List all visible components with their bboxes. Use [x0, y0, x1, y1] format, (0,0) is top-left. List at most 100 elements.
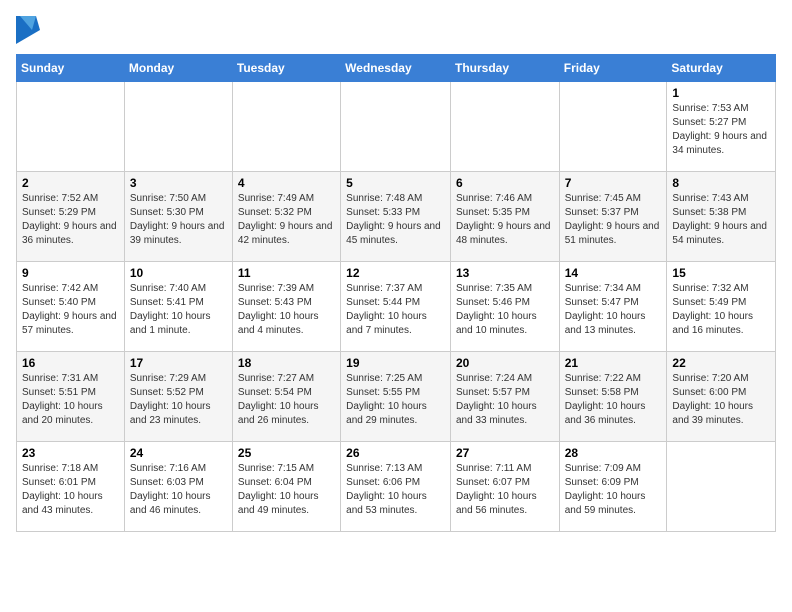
day-number: 10 [130, 266, 227, 280]
calendar-cell: 2 Sunrise: 7:52 AM Sunset: 5:29 PM Daylig… [17, 172, 125, 262]
day-info: Sunrise: 7:25 AM Sunset: 5:55 PM Dayligh… [346, 372, 445, 428]
day-info: Sunrise: 7:53 AM Sunset: 5:27 PM Dayligh… [672, 102, 770, 158]
calendar-cell: 25 Sunrise: 7:15 AM Sunset: 6:04 PM Dayli… [232, 442, 340, 532]
day-number: 12 [346, 266, 445, 280]
calendar-cell: 15 Sunrise: 7:32 AM Sunset: 5:49 PM Dayli… [667, 262, 776, 352]
day-info: Sunrise: 7:39 AM Sunset: 5:43 PM Dayligh… [238, 282, 335, 338]
day-number: 26 [346, 446, 445, 460]
calendar-cell [232, 82, 340, 172]
calendar-header-sunday: Sunday [17, 55, 125, 82]
day-number: 4 [238, 176, 335, 190]
day-number: 17 [130, 356, 227, 370]
day-info: Sunrise: 7:11 AM Sunset: 6:07 PM Dayligh… [456, 462, 554, 518]
calendar-week-row: 2 Sunrise: 7:52 AM Sunset: 5:29 PM Daylig… [17, 172, 776, 262]
calendar-cell [17, 82, 125, 172]
calendar-cell: 10 Sunrise: 7:40 AM Sunset: 5:41 PM Dayli… [124, 262, 232, 352]
day-number: 23 [22, 446, 119, 460]
calendar-cell: 4Sunrise: 7:49 AM Sunset: 5:32 PM Daylig… [232, 172, 340, 262]
page-header [16, 16, 776, 44]
day-info: Sunrise: 7:18 AM Sunset: 6:01 PM Dayligh… [22, 462, 119, 518]
day-info: Sunrise: 7:32 AM Sunset: 5:49 PM Dayligh… [672, 282, 770, 338]
day-info: Sunrise: 7:16 AM Sunset: 6:03 PM Dayligh… [130, 462, 227, 518]
day-number: 25 [238, 446, 335, 460]
calendar-cell: 14 Sunrise: 7:34 AM Sunset: 5:47 PM Dayli… [559, 262, 667, 352]
calendar-cell: 3 Sunrise: 7:50 AM Sunset: 5:30 PM Daylig… [124, 172, 232, 262]
day-info: Sunrise: 7:35 AM Sunset: 5:46 PM Dayligh… [456, 282, 554, 338]
day-number: 1 [672, 86, 770, 100]
day-info: Sunrise: 7:45 AM Sunset: 5:37 PM Dayligh… [565, 192, 662, 248]
day-number: 6 [456, 176, 554, 190]
calendar-cell: 21 Sunrise: 7:22 AM Sunset: 5:58 PM Dayli… [559, 352, 667, 442]
day-number: 2 [22, 176, 119, 190]
logo-icon [16, 16, 40, 44]
calendar-cell: 1 Sunrise: 7:53 AM Sunset: 5:27 PM Daylig… [667, 82, 776, 172]
calendar-week-row: 23 Sunrise: 7:18 AM Sunset: 6:01 PM Dayli… [17, 442, 776, 532]
day-number: 21 [565, 356, 662, 370]
day-info: Sunrise: 7:20 AM Sunset: 6:00 PM Dayligh… [672, 372, 770, 428]
day-info: Sunrise: 7:52 AM Sunset: 5:29 PM Dayligh… [22, 192, 119, 248]
day-info: Sunrise: 7:09 AM Sunset: 6:09 PM Dayligh… [565, 462, 662, 518]
calendar-cell: 22 Sunrise: 7:20 AM Sunset: 6:00 PM Dayli… [667, 352, 776, 442]
day-number: 7 [565, 176, 662, 190]
calendar-cell: 23 Sunrise: 7:18 AM Sunset: 6:01 PM Dayli… [17, 442, 125, 532]
calendar-header-thursday: Thursday [450, 55, 559, 82]
day-info: Sunrise: 7:15 AM Sunset: 6:04 PM Dayligh… [238, 462, 335, 518]
day-number: 27 [456, 446, 554, 460]
calendar-header-monday: Monday [124, 55, 232, 82]
calendar-header-saturday: Saturday [667, 55, 776, 82]
calendar-cell [559, 82, 667, 172]
day-number: 20 [456, 356, 554, 370]
day-info: Sunrise: 7:46 AM Sunset: 5:35 PM Dayligh… [456, 192, 554, 248]
calendar-cell [667, 442, 776, 532]
day-number: 15 [672, 266, 770, 280]
calendar-cell: 13Sunrise: 7:35 AM Sunset: 5:46 PM Dayli… [450, 262, 559, 352]
calendar-cell: 28 Sunrise: 7:09 AM Sunset: 6:09 PM Dayli… [559, 442, 667, 532]
calendar-cell: 20 Sunrise: 7:24 AM Sunset: 5:57 PM Dayli… [450, 352, 559, 442]
day-number: 28 [565, 446, 662, 460]
calendar-header-wednesday: Wednesday [341, 55, 451, 82]
day-number: 19 [346, 356, 445, 370]
day-number: 16 [22, 356, 119, 370]
day-info: Sunrise: 7:27 AM Sunset: 5:54 PM Dayligh… [238, 372, 335, 428]
day-info: Sunrise: 7:50 AM Sunset: 5:30 PM Dayligh… [130, 192, 227, 248]
calendar-cell: 24Sunrise: 7:16 AM Sunset: 6:03 PM Dayli… [124, 442, 232, 532]
day-info: Sunrise: 7:29 AM Sunset: 5:52 PM Dayligh… [130, 372, 227, 428]
calendar-cell: 16Sunrise: 7:31 AM Sunset: 5:51 PM Dayli… [17, 352, 125, 442]
logo [16, 16, 44, 44]
calendar-cell: 17 Sunrise: 7:29 AM Sunset: 5:52 PM Dayli… [124, 352, 232, 442]
day-number: 18 [238, 356, 335, 370]
day-number: 9 [22, 266, 119, 280]
calendar-week-row: 1 Sunrise: 7:53 AM Sunset: 5:27 PM Daylig… [17, 82, 776, 172]
day-number: 22 [672, 356, 770, 370]
day-info: Sunrise: 7:13 AM Sunset: 6:06 PM Dayligh… [346, 462, 445, 518]
calendar-cell: 12 Sunrise: 7:37 AM Sunset: 5:44 PM Dayli… [341, 262, 451, 352]
calendar-cell: 11 Sunrise: 7:39 AM Sunset: 5:43 PM Dayli… [232, 262, 340, 352]
calendar-header-tuesday: Tuesday [232, 55, 340, 82]
calendar-cell: 5 Sunrise: 7:48 AM Sunset: 5:33 PM Daylig… [341, 172, 451, 262]
day-number: 11 [238, 266, 335, 280]
day-number: 5 [346, 176, 445, 190]
calendar-cell: 27 Sunrise: 7:11 AM Sunset: 6:07 PM Dayli… [450, 442, 559, 532]
day-info: Sunrise: 7:40 AM Sunset: 5:41 PM Dayligh… [130, 282, 227, 338]
calendar-cell: 6 Sunrise: 7:46 AM Sunset: 5:35 PM Daylig… [450, 172, 559, 262]
day-info: Sunrise: 7:42 AM Sunset: 5:40 PM Dayligh… [22, 282, 119, 338]
calendar-cell: 9 Sunrise: 7:42 AM Sunset: 5:40 PM Daylig… [17, 262, 125, 352]
day-number: 8 [672, 176, 770, 190]
day-info: Sunrise: 7:34 AM Sunset: 5:47 PM Dayligh… [565, 282, 662, 338]
day-number: 3 [130, 176, 227, 190]
calendar-cell: 19 Sunrise: 7:25 AM Sunset: 5:55 PM Dayli… [341, 352, 451, 442]
calendar-cell [124, 82, 232, 172]
calendar-cell: 8Sunrise: 7:43 AM Sunset: 5:38 PM Daylig… [667, 172, 776, 262]
calendar-cell: 26 Sunrise: 7:13 AM Sunset: 6:06 PM Dayli… [341, 442, 451, 532]
calendar-table: SundayMondayTuesdayWednesdayThursdayFrid… [16, 54, 776, 532]
calendar-header-friday: Friday [559, 55, 667, 82]
day-info: Sunrise: 7:37 AM Sunset: 5:44 PM Dayligh… [346, 282, 445, 338]
calendar-cell [341, 82, 451, 172]
day-number: 14 [565, 266, 662, 280]
calendar-cell [450, 82, 559, 172]
day-info: Sunrise: 7:48 AM Sunset: 5:33 PM Dayligh… [346, 192, 445, 248]
day-info: Sunrise: 7:22 AM Sunset: 5:58 PM Dayligh… [565, 372, 662, 428]
calendar-cell: 18 Sunrise: 7:27 AM Sunset: 5:54 PM Dayli… [232, 352, 340, 442]
day-info: Sunrise: 7:24 AM Sunset: 5:57 PM Dayligh… [456, 372, 554, 428]
calendar-week-row: 9 Sunrise: 7:42 AM Sunset: 5:40 PM Daylig… [17, 262, 776, 352]
